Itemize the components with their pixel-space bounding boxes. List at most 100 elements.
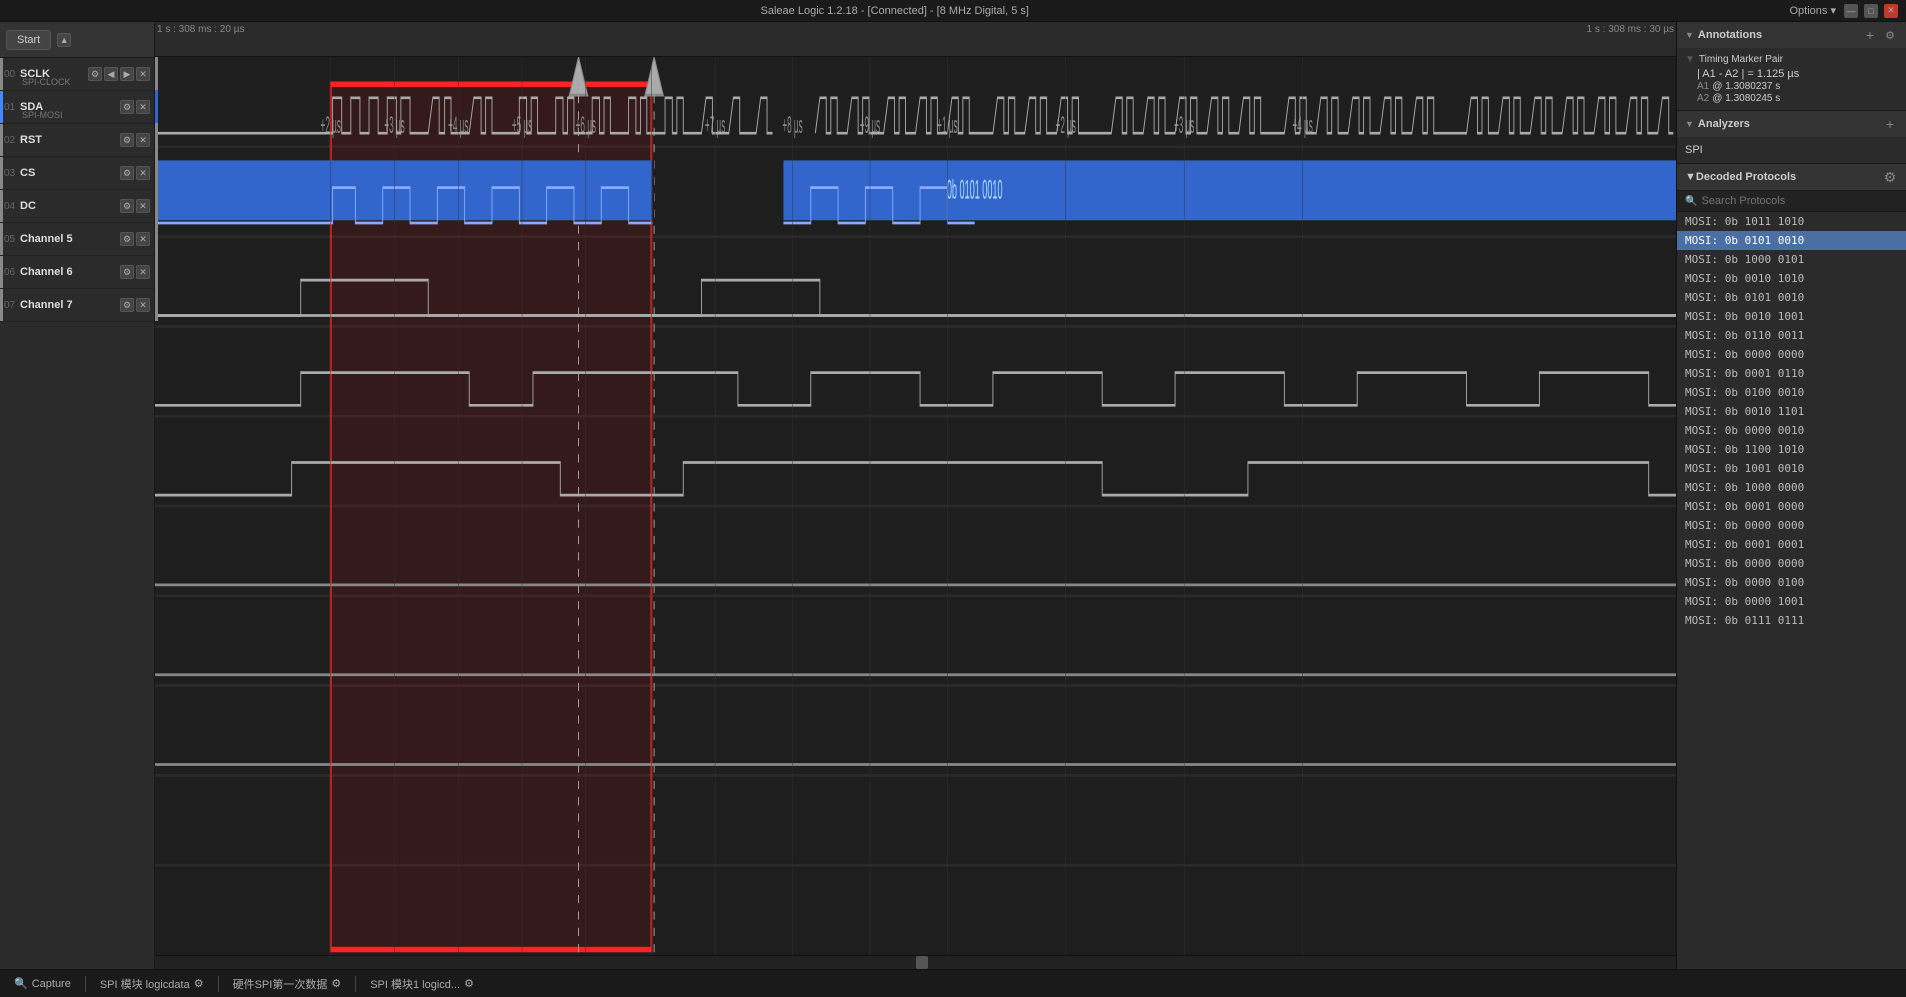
tab-1[interactable]: SPI 模块 logicdata ⚙ — [94, 974, 210, 994]
analyzer-spi[interactable]: SPI — [1685, 141, 1898, 159]
channel-gear-00[interactable]: ⚙ — [88, 67, 102, 81]
protocol-item-21[interactable]: MOSI: 0b 0111 0111 — [1677, 611, 1906, 630]
scroll-up-button[interactable]: ▲ — [57, 33, 71, 47]
protocol-item-9[interactable]: MOSI: 0b 0100 0010 — [1677, 383, 1906, 402]
protocol-item-8[interactable]: MOSI: 0b 0001 0110 — [1677, 364, 1906, 383]
waveforms-container[interactable]: +2 µs +3 µs +4 µs +5 µs +6 µs +7 µs +8 µ… — [155, 57, 1676, 955]
decoded-protocols-section: ▼ Decoded Protocols ⚙ 🔍 MOSI: 0b 1011 10… — [1677, 164, 1906, 969]
annotations-add-button[interactable]: + — [1862, 27, 1878, 43]
channel-gear-07[interactable]: ⚙ — [120, 298, 134, 312]
channel-icons-04: ⚙ ✕ — [120, 199, 150, 213]
analyzers-header[interactable]: ▼ Analyzers + — [1677, 111, 1906, 137]
svg-text:0b 0101 0010: 0b 0101 0010 — [947, 176, 1003, 206]
capture-button[interactable]: 🔍 Capture — [8, 975, 77, 992]
protocol-item-7[interactable]: MOSI: 0b 0000 0000 — [1677, 345, 1906, 364]
protocol-item-10[interactable]: MOSI: 0b 0010 1101 — [1677, 402, 1906, 421]
channel-gear-03[interactable]: ⚙ — [120, 166, 134, 180]
channel-row-01: 01 SDA SPI-MOSI ⚙ ✕ — [0, 91, 154, 124]
channel-icons-06: ⚙ ✕ — [120, 265, 150, 279]
channel-next-00[interactable]: ▶ — [120, 67, 134, 81]
protocol-item-5[interactable]: MOSI: 0b 0010 1001 — [1677, 307, 1906, 326]
time-ruler: 1 s : 308 ms : 20 µs 1 s : 308 ms : 30 µ… — [155, 22, 1676, 57]
channel-name-03: CS — [20, 167, 120, 179]
annotations-section: ▼ Annotations + ⚙ ▼ Timing Marker Pair |… — [1677, 22, 1906, 111]
waveform-area: 1 s : 308 ms : 20 µs 1 s : 308 ms : 30 µ… — [155, 22, 1676, 969]
channel-name-02: RST — [20, 134, 120, 146]
tab-3[interactable]: SPI 模块1 logicd... ⚙ — [364, 974, 480, 994]
channel-name-06: Channel 6 — [20, 266, 120, 278]
channel-color-04 — [0, 190, 3, 222]
protocol-item-16[interactable]: MOSI: 0b 0000 0000 — [1677, 516, 1906, 535]
protocol-item-11[interactable]: MOSI: 0b 0000 0010 — [1677, 421, 1906, 440]
marker-type-label: Timing Marker Pair — [1699, 54, 1783, 65]
decoded-protocols-header[interactable]: ▼ Decoded Protocols ⚙ — [1677, 164, 1906, 191]
channel-gear-02[interactable]: ⚙ — [120, 133, 134, 147]
protocol-item-6[interactable]: MOSI: 0b 0110 0011 — [1677, 326, 1906, 345]
protocol-item-13[interactable]: MOSI: 0b 1001 0010 — [1677, 459, 1906, 478]
close-button[interactable]: ✕ — [1884, 4, 1898, 18]
channel-num-00: 00 — [4, 69, 20, 80]
channel-close-06[interactable]: ✕ — [136, 265, 150, 279]
a1-row: A1 @ 1.3080237 s — [1697, 80, 1898, 92]
protocol-item-3[interactable]: MOSI: 0b 0010 1010 — [1677, 269, 1906, 288]
channel-close-07[interactable]: ✕ — [136, 298, 150, 312]
channel-num-02: 02 — [4, 135, 20, 146]
channel-close-00[interactable]: ✕ — [136, 67, 150, 81]
marker-expand-icon: ▼ — [1685, 54, 1695, 65]
bottom-bar: 🔍 Capture SPI 模块 logicdata ⚙ 硬件SPI第一次数据 … — [0, 969, 1906, 997]
decoded-protocols-gear-button[interactable]: ⚙ — [1882, 169, 1898, 185]
protocol-item-12[interactable]: MOSI: 0b 1100 1010 — [1677, 440, 1906, 459]
a1-value: @ 1.3080237 s — [1712, 81, 1780, 92]
start-button[interactable]: Start — [6, 30, 51, 50]
channel-gear-04[interactable]: ⚙ — [120, 199, 134, 213]
analyzers-add-button[interactable]: + — [1882, 116, 1898, 132]
channels-header: Start ▲ — [0, 22, 154, 58]
analyzers-title: Analyzers — [1698, 118, 1878, 130]
tab1-label: SPI 模块 logicdata — [100, 976, 190, 992]
waveform-display[interactable]: +2 µs +3 µs +4 µs +5 µs +6 µs +7 µs +8 µ… — [155, 57, 1676, 955]
protocol-item-17[interactable]: MOSI: 0b 0001 0001 — [1677, 535, 1906, 554]
channel-row-04: 04 DC ⚙ ✕ — [0, 190, 154, 223]
protocol-item-20[interactable]: MOSI: 0b 0000 1001 — [1677, 592, 1906, 611]
protocol-item-0[interactable]: MOSI: 0b 1011 1010 — [1677, 212, 1906, 231]
channel-gear-06[interactable]: ⚙ — [120, 265, 134, 279]
channel-num-04: 04 — [4, 201, 20, 212]
protocol-item-18[interactable]: MOSI: 0b 0000 0000 — [1677, 554, 1906, 573]
channel-color-07 — [0, 289, 3, 321]
channel-close-05[interactable]: ✕ — [136, 232, 150, 246]
minimize-button[interactable]: — — [1844, 4, 1858, 18]
protocol-item-15[interactable]: MOSI: 0b 0001 0000 — [1677, 497, 1906, 516]
channel-color-00 — [0, 58, 3, 90]
channel-play-00[interactable]: ◀ — [104, 67, 118, 81]
channel-close-03[interactable]: ✕ — [136, 166, 150, 180]
search-protocols-input[interactable] — [1701, 195, 1898, 207]
protocol-item-1[interactable]: MOSI: 0b 0101 0010 — [1677, 231, 1906, 250]
annotations-gear-button[interactable]: ⚙ — [1882, 27, 1898, 43]
protocol-item-4[interactable]: MOSI: 0b 0101 0010 — [1677, 288, 1906, 307]
channel-name-07: Channel 7 — [20, 299, 120, 311]
scrollbar-thumb[interactable] — [916, 956, 928, 969]
protocol-item-19[interactable]: MOSI: 0b 0000 0100 — [1677, 573, 1906, 592]
channel-close-04[interactable]: ✕ — [136, 199, 150, 213]
channel-gear-01[interactable]: ⚙ — [120, 100, 134, 114]
tab3-gear-icon[interactable]: ⚙ — [464, 977, 474, 990]
annotations-header[interactable]: ▼ Annotations + ⚙ — [1677, 22, 1906, 48]
channel-close-02[interactable]: ✕ — [136, 133, 150, 147]
time-right: 1 s : 308 ms : 30 µs — [1587, 24, 1674, 35]
channel-close-01[interactable]: ✕ — [136, 100, 150, 114]
horizontal-scrollbar[interactable] — [155, 955, 1676, 969]
channel-color-02 — [0, 124, 3, 156]
protocol-list: MOSI: 0b 1011 1010MOSI: 0b 0101 0010MOSI… — [1677, 212, 1906, 969]
right-panel: ▼ Annotations + ⚙ ▼ Timing Marker Pair |… — [1676, 22, 1906, 969]
tab2-gear-icon[interactable]: ⚙ — [331, 977, 341, 990]
protocol-item-2[interactable]: MOSI: 0b 1000 0101 — [1677, 250, 1906, 269]
decoded-protocols-title: Decoded Protocols — [1696, 171, 1882, 183]
protocol-item-14[interactable]: MOSI: 0b 1000 0000 — [1677, 478, 1906, 497]
channel-gear-05[interactable]: ⚙ — [120, 232, 134, 246]
tab1-gear-icon[interactable]: ⚙ — [194, 977, 204, 990]
decoded-protocols-arrow-icon: ▼ — [1685, 171, 1696, 183]
options-button[interactable]: Options ▾ — [1790, 4, 1845, 17]
tab-2[interactable]: 硬件SPI第一次数据 ⚙ — [227, 974, 348, 994]
annotations-content: ▼ Timing Marker Pair | A1 - A2 | = 1.125… — [1677, 48, 1906, 110]
maximize-button[interactable]: □ — [1864, 4, 1878, 18]
